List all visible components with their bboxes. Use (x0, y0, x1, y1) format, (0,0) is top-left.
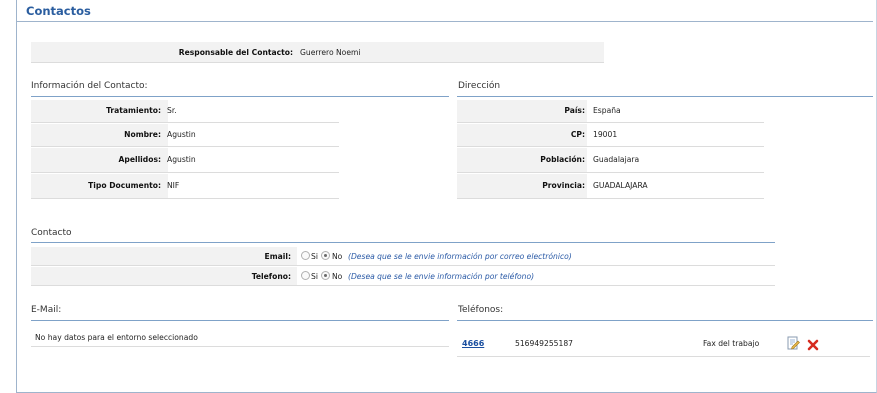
pais-label: País: (564, 106, 585, 115)
email-pref-hint: (Desea que se le envie información por c… (348, 252, 572, 261)
pais-value: España (593, 106, 621, 115)
apellidos-label: Apellidos: (118, 155, 161, 164)
nombre-label: Nombre: (124, 130, 161, 139)
tipo-documento-value: NIF (167, 181, 180, 190)
telefono-si-radio[interactable] (301, 271, 310, 280)
email-no-label: No (332, 252, 343, 261)
telefono-no-radio[interactable] (321, 271, 330, 280)
email-pref-label: Email: (264, 252, 291, 261)
email-si-radio[interactable] (301, 251, 310, 260)
edit-icon[interactable] (786, 335, 800, 350)
telefono-type: Fax del trabajo (703, 339, 760, 348)
info-contacto-title: Información del Contacto: (31, 81, 148, 91)
page-title: Contactos (26, 4, 91, 18)
delete-icon[interactable] (807, 336, 819, 351)
provincia-value: GUADALAJARA (593, 181, 648, 190)
title-divider (17, 21, 873, 22)
nombre-value: Agustin (167, 130, 196, 139)
telefono-id-link[interactable]: 4666 (462, 339, 484, 348)
email-no-radio[interactable] (321, 251, 330, 260)
contacto-title: Contacto (31, 228, 72, 238)
cp-value: 19001 (593, 130, 618, 139)
responsable-value: Guerrero Noemi (300, 48, 361, 57)
poblacion-value: Guadalajara (593, 155, 640, 164)
responsable-label: Responsable del Contacto: (178, 48, 293, 57)
cp-label: CP: (570, 130, 585, 139)
telefono-pref-hint: (Desea que se le envie información por t… (348, 272, 535, 281)
provincia-label: Provincia: (542, 181, 585, 190)
direccion-title: Dirección (458, 81, 501, 91)
telefono-number: 516949255187 (515, 339, 573, 348)
telefono-si-label: Si (311, 272, 318, 281)
telefonos-title: Teléfonos: (458, 305, 504, 315)
tipo-documento-label: Tipo Documento: (88, 181, 161, 190)
poblacion-label: Población: (540, 155, 585, 164)
tratamiento-value: Sr. (167, 106, 177, 115)
telefono-pref-label: Telefono: (251, 272, 291, 281)
email-empty-message: No hay datos para el entorno seleccionad… (35, 333, 198, 342)
email-si-label: Si (311, 252, 318, 261)
apellidos-value: Agustin (167, 155, 196, 164)
email-section-title: E-Mail: (31, 305, 62, 315)
tratamiento-label: Tratamiento: (106, 106, 161, 115)
telefono-no-label: No (332, 272, 343, 281)
